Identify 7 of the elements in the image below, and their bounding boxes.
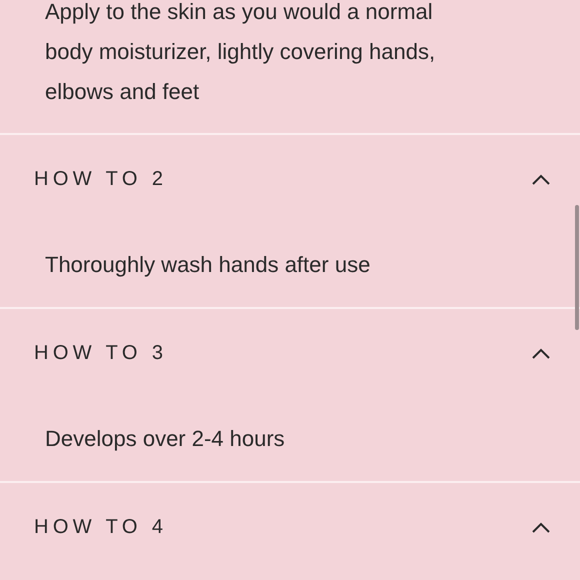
accordion-body-text: Thoroughly wash hands after use [45, 251, 372, 279]
accordion-body-text: Apply to the skin as you would a normal body moisturizer, lightly covering hands, elbows and feet [45, 0, 436, 106]
accordion-body-text: Develops over 2-4 hours [45, 425, 286, 453]
scrollbar[interactable] [575, 205, 579, 330]
accordion-header[interactable]: HOW TO 4 [0, 483, 580, 571]
accordion-header[interactable]: HOW TO 3 [0, 309, 580, 397]
accordion-header[interactable]: HOW TO 2 [0, 135, 580, 223]
